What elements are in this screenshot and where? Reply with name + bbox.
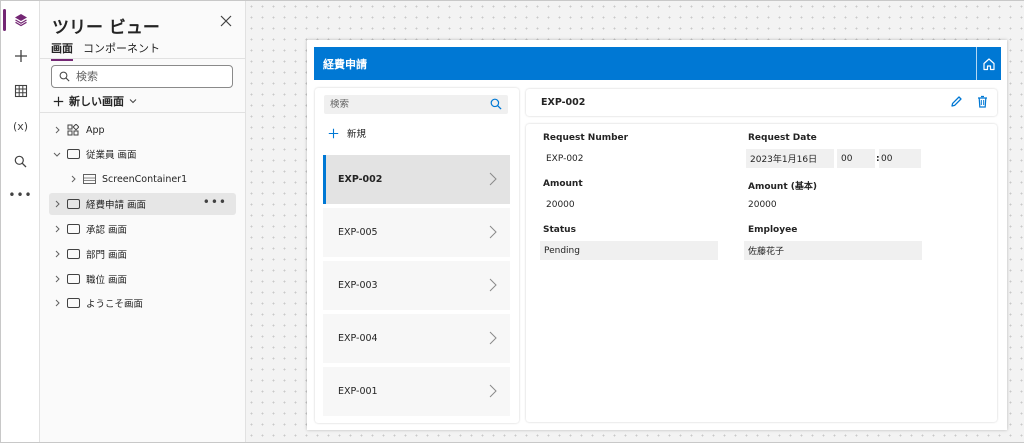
tree-node-expense-screen[interactable]: 経費申請 画面 •••	[49, 193, 236, 215]
chevron-down-icon	[129, 99, 137, 104]
tree-node-label: 部門 画面	[86, 250, 128, 261]
tree-node-label: App	[86, 124, 105, 136]
plus-icon	[328, 128, 339, 138]
chevron-right-icon[interactable]	[49, 275, 65, 283]
chevron-right-icon[interactable]	[489, 172, 497, 189]
employee-field[interactable]: 佐藤花子	[744, 241, 922, 260]
screen-icon	[65, 149, 81, 159]
tree-node-label: 経費申請 画面	[86, 200, 147, 211]
gallery-item[interactable]: EXP-005	[323, 208, 510, 257]
gallery-item-label: EXP-003	[338, 280, 378, 291]
hour-field[interactable]: 00	[837, 149, 875, 168]
app-grid-icon	[65, 124, 81, 136]
chevron-right-icon[interactable]	[49, 250, 65, 258]
home-icon[interactable]	[976, 47, 1001, 80]
tree-node-approval-screen[interactable]: 承認 画面	[49, 218, 236, 240]
more-options-icon[interactable]: •••	[203, 196, 227, 208]
gallery-item-label: EXP-001	[338, 386, 378, 397]
chevron-right-icon[interactable]	[49, 200, 65, 208]
tree-view-panel: ツリー ビュー 画面 コンポーネント 新しい画面 App 従業員 画面	[40, 1, 246, 442]
plus-icon	[53, 96, 64, 106]
search-icon	[59, 71, 70, 82]
tree-node-label: 職位 画面	[86, 275, 128, 286]
variables-icon[interactable]: (x)	[1, 111, 40, 141]
tree-node-app[interactable]: App	[49, 119, 236, 141]
gallery-search-input[interactable]	[330, 99, 485, 110]
data-table-icon[interactable]	[1, 76, 40, 106]
request-date-label: Request Date	[748, 133, 817, 143]
new-record-button[interactable]: 新規	[328, 126, 366, 140]
screen-icon	[65, 298, 81, 308]
app-header: 経費申請	[314, 47, 1001, 80]
chevron-right-icon[interactable]	[489, 225, 497, 242]
gallery-item[interactable]: EXP-004	[323, 314, 510, 363]
amount-base-value: 20000	[748, 199, 777, 210]
search-icon[interactable]	[1, 146, 40, 176]
gallery-item[interactable]: EXP-001	[323, 367, 510, 416]
tree-search-box[interactable]	[51, 65, 233, 88]
amount-label: Amount	[543, 179, 583, 189]
edit-pencil-icon[interactable]	[950, 95, 963, 111]
tree-node-employee-screen[interactable]: 従業員 画面	[49, 143, 236, 165]
tree-search-input[interactable]	[76, 70, 216, 83]
tree-node-position-screen[interactable]: 職位 画面	[49, 268, 236, 290]
left-rail: (x) •••	[1, 1, 40, 442]
tree-node-label: 従業員 画面	[86, 150, 137, 161]
trash-icon[interactable]	[977, 95, 988, 111]
insert-plus-icon[interactable]	[1, 41, 40, 71]
amount-base-label: Amount (基本)	[748, 182, 818, 192]
tree-node-label: ようこそ画面	[86, 299, 144, 310]
tree-node-screen-container[interactable]: ScreenContainer1	[65, 168, 236, 190]
gallery-item[interactable]: EXP-003	[323, 261, 510, 310]
divider	[40, 58, 246, 59]
search-icon[interactable]	[490, 98, 502, 113]
request-number-label: Request Number	[543, 133, 629, 143]
screen-icon	[65, 274, 81, 284]
status-field[interactable]: Pending	[540, 241, 718, 260]
gallery-item[interactable]: EXP-002	[323, 155, 510, 204]
status-label: Status	[543, 225, 576, 235]
screen-icon	[65, 249, 81, 259]
gallery-item-label: EXP-005	[338, 227, 378, 238]
employee-label: Employee	[748, 225, 798, 235]
detail-form: Request Number EXP-002 Request Date 2023…	[526, 124, 997, 422]
amount-value: 20000	[546, 199, 575, 210]
tree-view-title: ツリー ビュー	[52, 18, 160, 38]
tree-node-department-screen[interactable]: 部門 画面	[49, 243, 236, 265]
chevron-right-icon[interactable]	[489, 278, 497, 295]
gallery-search-box[interactable]	[324, 95, 508, 114]
container-icon	[81, 174, 97, 184]
expense-gallery: 新規 EXP-002 EXP-005 EXP-003 EXP-004	[315, 88, 519, 423]
tree-node-label: 承認 画面	[86, 225, 128, 236]
app-screen[interactable]: 経費申請 新規 EXP-002	[307, 40, 1007, 430]
chevron-right-icon[interactable]	[49, 299, 65, 307]
screen-icon	[65, 224, 81, 234]
app-window: (x) ••• ツリー ビュー 画面 コンポーネント 新しい画面	[0, 0, 1024, 443]
new-record-label: 新規	[347, 129, 367, 140]
tree-view-layers-icon[interactable]	[1, 5, 40, 35]
request-date-field[interactable]: 2023年1月16日	[746, 149, 834, 168]
chevron-right-icon[interactable]	[49, 126, 65, 134]
new-screen-label: 新しい画面	[69, 95, 124, 108]
more-icon[interactable]: •••	[1, 180, 40, 210]
screen-icon	[65, 199, 81, 209]
tree-node-label: ScreenContainer1	[102, 173, 188, 185]
gallery-item-label: EXP-004	[338, 333, 378, 344]
design-canvas: 経費申請 新規 EXP-002	[246, 1, 1024, 442]
new-screen-button[interactable]: 新しい画面	[53, 93, 137, 109]
tree-node-welcome-screen[interactable]: ようこそ画面	[49, 292, 236, 314]
chevron-right-icon[interactable]	[489, 384, 497, 401]
request-number-value: EXP-002	[546, 153, 584, 164]
chevron-right-icon[interactable]	[489, 331, 497, 348]
header-title: 経費申請	[323, 58, 367, 71]
minute-field[interactable]: 00	[879, 149, 921, 168]
detail-header: EXP-002	[526, 89, 997, 116]
gallery-item-label: EXP-002	[338, 174, 383, 185]
chevron-right-icon[interactable]	[65, 175, 81, 183]
detail-title: EXP-002	[541, 97, 586, 108]
close-icon[interactable]	[220, 15, 234, 29]
chevron-down-icon[interactable]	[49, 151, 65, 158]
divider	[40, 112, 246, 113]
chevron-right-icon[interactable]	[49, 225, 65, 233]
